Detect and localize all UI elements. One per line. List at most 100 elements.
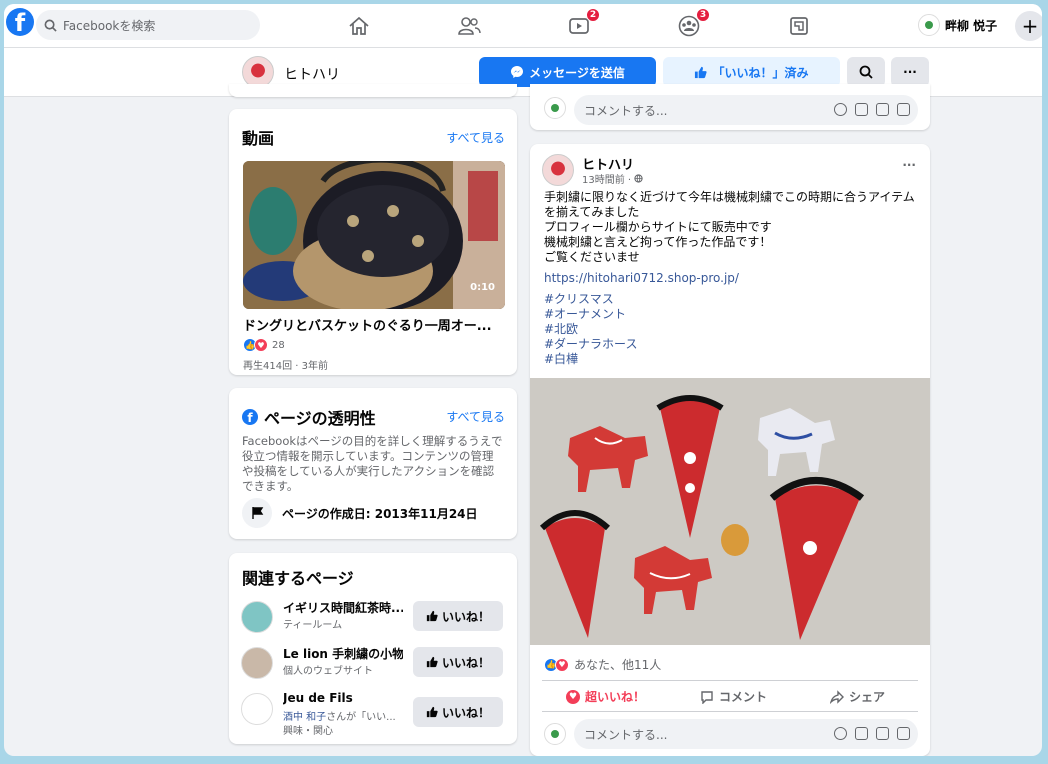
related-page-avatar[interactable] [241, 601, 273, 633]
share-button[interactable]: シェア [830, 688, 885, 705]
emoji-icon[interactable] [834, 103, 847, 116]
user-name: 畔柳 悦子 [945, 18, 998, 33]
videos-see-all-link[interactable]: すべて見る [446, 129, 505, 146]
friends-icon[interactable] [456, 14, 482, 38]
related-page-friend-likes: 酒中 和子さんが「いい... [283, 708, 408, 723]
love-reaction-icon: ♥ [254, 338, 268, 352]
post-photo[interactable] [530, 378, 930, 645]
videos-card: 動画 すべて見る 0:10 ドングリとバスケットのぐるり一周オー... 👍 ♥ … [229, 109, 517, 375]
related-page-category: 個人のウェブサイト [283, 666, 373, 677]
hashtag-link[interactable]: #北欧 [544, 322, 924, 337]
videos-title: 動画 [242, 129, 275, 148]
post-reactions-summary[interactable]: 👍 ♥ あなた、他11人 [544, 656, 661, 673]
like-page-button[interactable]: いいね！ [413, 647, 503, 677]
post-photo-art [530, 378, 930, 645]
comment-button[interactable]: コメント [700, 688, 767, 705]
gaming-icon[interactable] [786, 14, 812, 38]
search-input[interactable]: Facebookを検索 [36, 10, 260, 40]
camera-icon[interactable] [855, 103, 868, 116]
page-transparency-card: f ページの透明性 すべて見る Facebookはページの目的を詳しく理解するう… [229, 388, 517, 539]
post-body: 手刺繍に限りなく近づけて今年は機械刺繍でこの時期に合うアイテムを揃えてみました … [544, 190, 924, 367]
love-button[interactable]: ♥ 超いいね！ [566, 688, 645, 705]
liked-label: 「いいね！」済み [712, 65, 809, 80]
send-message-label: メッセージを送信 [529, 65, 625, 80]
video-duration: 0:10 [470, 282, 495, 293]
hashtag-link[interactable]: #白樺 [544, 352, 924, 367]
hashtag-link[interactable]: #ダーナラホース [544, 337, 924, 352]
post-line: 機械刺繍と言えど拘って作った作品です！ [544, 235, 772, 249]
sticker-icon[interactable] [897, 727, 910, 740]
facebook-icon: f [242, 409, 258, 425]
more-icon: ··· [903, 65, 917, 79]
globe-icon [634, 174, 643, 183]
user-profile-link[interactable]: 畔柳 悦子 [918, 14, 997, 36]
avatar [544, 723, 566, 745]
related-page-row: イギリス時間紅茶時... ティールーム いいね！ [241, 599, 505, 639]
hashtag-link[interactable]: #クリスマス [544, 292, 924, 307]
gif-icon[interactable] [876, 103, 889, 116]
like-page-button[interactable]: いいね！ [413, 697, 503, 727]
related-page-avatar[interactable] [241, 693, 273, 725]
messenger-icon [511, 66, 524, 78]
comment-input[interactable]: コメントする... [574, 719, 918, 749]
top-navigation-bar: f Facebookを検索 2 3 畔柳 悦子 + [4, 4, 1042, 48]
post-timestamp[interactable]: 13時間前 · [582, 171, 631, 186]
divider [542, 711, 918, 712]
thumbs-up-icon [426, 706, 438, 718]
search-icon [859, 65, 873, 79]
sticker-icon[interactable] [897, 103, 910, 116]
thumbs-up-icon [695, 66, 708, 78]
related-pages-title: 関連するページ [242, 569, 354, 588]
post-link[interactable]: https://hitohari0712.shop-pro.jp/ [544, 271, 924, 286]
related-page-avatar[interactable] [241, 647, 273, 679]
comment-tools [834, 727, 910, 740]
like-page-button[interactable]: いいね！ [413, 601, 503, 631]
video-thumbnail-art [243, 161, 505, 309]
related-page-name[interactable]: Le lion 手刺繍の小物 [283, 645, 403, 662]
plus-icon: + [1021, 14, 1039, 38]
related-page-name[interactable]: イギリス時間紅茶時... [283, 599, 403, 616]
transparency-description: Facebookはページの目的を詳しく理解するうえで役立つ情報を開示しています。… [242, 434, 503, 493]
video-meta: 再生414回 · 3年前 [243, 361, 328, 372]
page-created-row: ページの作成日: 2013年11月24日 [242, 498, 478, 528]
video-thumbnail[interactable]: 0:10 [243, 161, 505, 309]
facebook-logo-icon[interactable]: f [6, 8, 34, 36]
transparency-see-all-link[interactable]: すべて見る [446, 408, 505, 425]
page-name[interactable]: ヒトハリ [284, 64, 340, 84]
post-author-avatar[interactable] [542, 154, 574, 186]
page-more-button[interactable]: ··· [891, 57, 929, 87]
gif-icon[interactable] [876, 727, 889, 740]
liked-button[interactable]: 「いいね！」済み [663, 57, 840, 87]
flag-icon [242, 498, 272, 528]
comment-tools [834, 103, 910, 116]
video-reactions[interactable]: 👍 ♥ 28 [243, 338, 285, 352]
camera-icon[interactable] [855, 727, 868, 740]
page-search-button[interactable] [847, 57, 885, 87]
previous-post-card: コメントする... [530, 84, 930, 130]
hashtag-link[interactable]: #オーナメント [544, 307, 924, 322]
thumbs-up-icon [426, 656, 438, 668]
video-title[interactable]: ドングリとバスケットのぐるり一周オー... [243, 315, 505, 334]
thumbs-up-icon [426, 610, 438, 622]
post-card: ヒトハリ 13時間前 · ··· 手刺繍に限りなく近づけて今年は機械刺繍でこの時… [530, 144, 930, 756]
like-label: いいね！ [441, 609, 490, 624]
send-message-button[interactable]: メッセージを送信 [479, 57, 656, 87]
create-button[interactable]: + [1015, 11, 1042, 41]
home-icon[interactable] [346, 14, 372, 38]
reaction-icons: 👍 ♥ [243, 338, 268, 352]
post-line: 手刺繍に限りなく近づけて今年は機械刺繍でこの時期に合うアイテムを揃えてみました [544, 190, 915, 219]
groups-icon[interactable]: 3 [676, 8, 710, 38]
page-created-date: ページの作成日: 2013年11月24日 [282, 506, 478, 521]
comment-placeholder: コメントする... [584, 727, 668, 742]
watch-icon[interactable]: 2 [566, 8, 600, 38]
comment-input[interactable]: コメントする... [574, 95, 918, 125]
love-label: 超いいね！ [585, 690, 646, 704]
related-page-name[interactable]: Jeu de Fils [283, 691, 403, 705]
watch-badge: 2 [586, 8, 600, 22]
related-page-category: ティールーム [283, 620, 343, 631]
post-more-icon[interactable]: ··· [902, 158, 916, 172]
search-placeholder: Facebookを検索 [63, 18, 156, 33]
video-reaction-count: 28 [272, 339, 285, 351]
avatar [918, 14, 940, 36]
emoji-icon[interactable] [834, 727, 847, 740]
